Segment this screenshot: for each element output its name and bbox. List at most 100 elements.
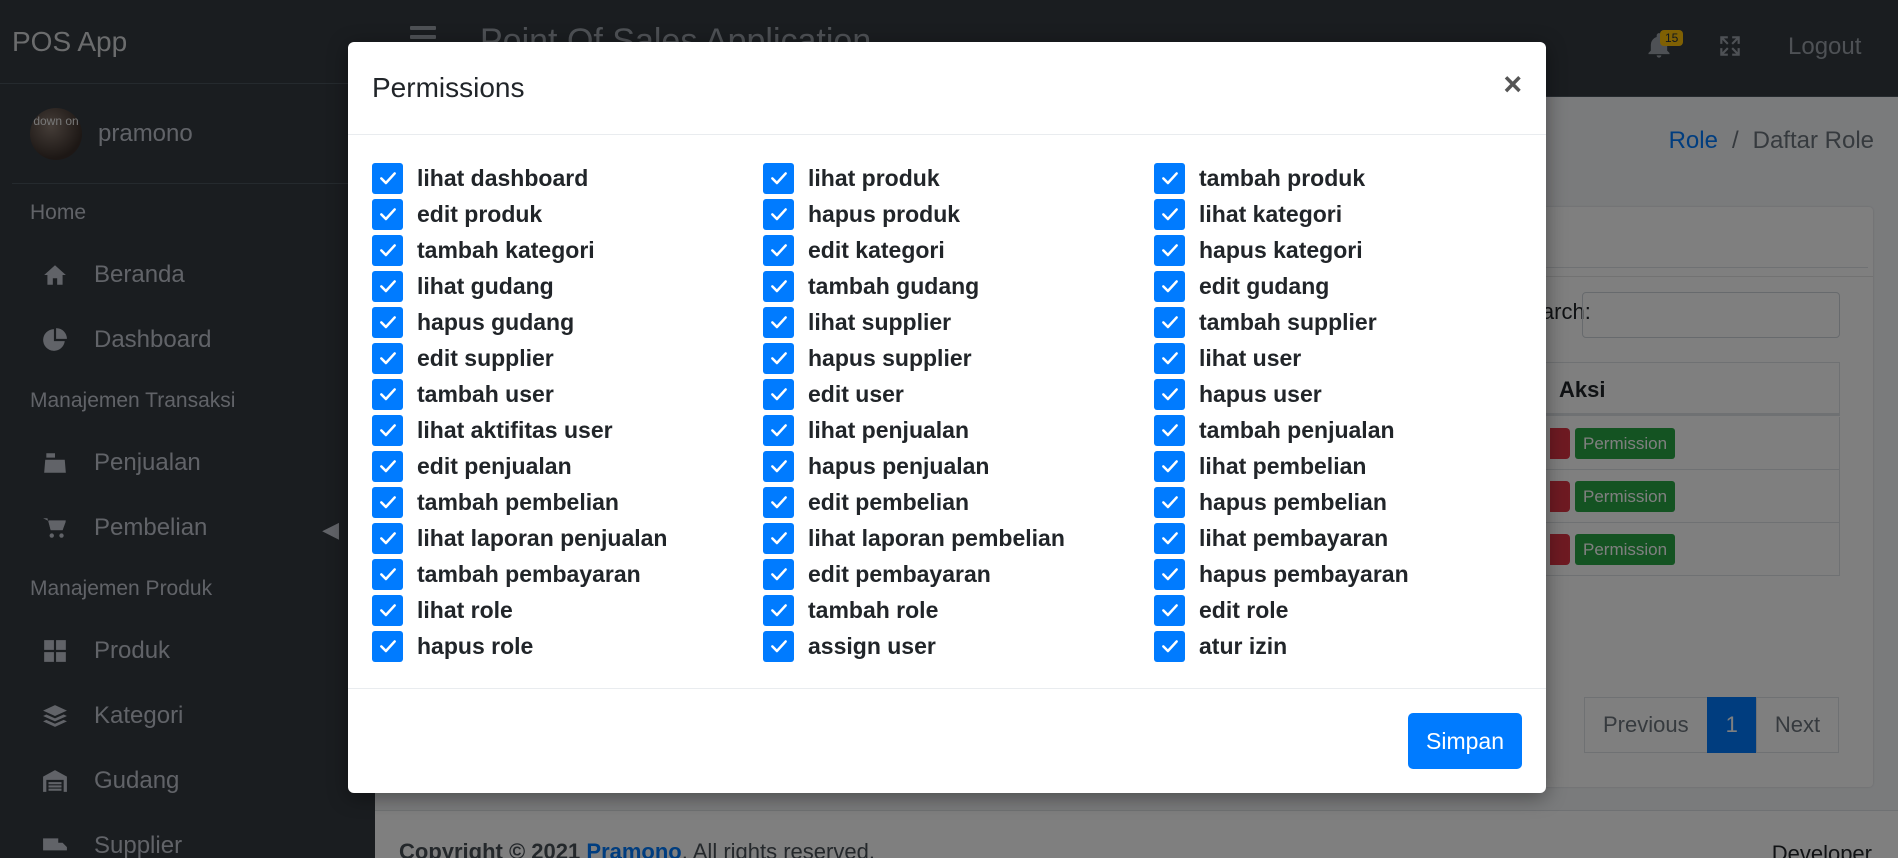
permission-checkbox[interactable]	[763, 378, 794, 410]
permission-label[interactable]: hapus pembayaran	[1199, 561, 1409, 588]
permission-item[interactable]: lihat gudang	[372, 268, 762, 304]
permission-label[interactable]: hapus produk	[808, 201, 960, 228]
permission-item[interactable]: lihat user	[1154, 340, 1544, 376]
permission-label[interactable]: hapus kategori	[1199, 237, 1363, 264]
permission-checkbox[interactable]	[372, 522, 403, 554]
permission-checkbox[interactable]	[372, 630, 403, 662]
permission-checkbox[interactable]	[372, 558, 403, 590]
permission-checkbox[interactable]	[1154, 198, 1185, 230]
permission-item[interactable]: hapus kategori	[1154, 232, 1544, 268]
permission-label[interactable]: tambah penjualan	[1199, 417, 1395, 444]
permission-item[interactable]: edit produk	[372, 196, 762, 232]
permission-item[interactable]: edit supplier	[372, 340, 762, 376]
permission-checkbox[interactable]	[1154, 594, 1185, 626]
close-icon[interactable]: ×	[1503, 66, 1522, 103]
permission-label[interactable]: lihat user	[1199, 345, 1301, 372]
permission-item[interactable]: edit gudang	[1154, 268, 1544, 304]
permission-checkbox[interactable]	[1154, 306, 1185, 338]
permission-label[interactable]: lihat kategori	[1199, 201, 1342, 228]
permission-label[interactable]: edit pembelian	[808, 489, 969, 516]
permission-label[interactable]: lihat pembayaran	[1199, 525, 1388, 552]
permission-item[interactable]: hapus gudang	[372, 304, 762, 340]
permission-item[interactable]: atur izin	[1154, 628, 1544, 664]
permission-checkbox[interactable]	[1154, 450, 1185, 482]
permission-label[interactable]: hapus gudang	[417, 309, 574, 336]
permission-item[interactable]: edit user	[763, 376, 1153, 412]
permission-item[interactable]: assign user	[763, 628, 1153, 664]
permission-item[interactable]: tambah pembelian	[372, 484, 762, 520]
permission-checkbox[interactable]	[1154, 378, 1185, 410]
permission-item[interactable]: tambah supplier	[1154, 304, 1544, 340]
permission-item[interactable]: lihat laporan pembelian	[763, 520, 1153, 556]
permission-label[interactable]: tambah role	[808, 597, 938, 624]
permission-checkbox[interactable]	[372, 450, 403, 482]
permission-checkbox[interactable]	[763, 450, 794, 482]
permission-label[interactable]: tambah pembayaran	[417, 561, 641, 588]
permission-label[interactable]: hapus penjualan	[808, 453, 989, 480]
permission-item[interactable]: tambah penjualan	[1154, 412, 1544, 448]
permission-item[interactable]: tambah kategori	[372, 232, 762, 268]
permission-item[interactable]: hapus penjualan	[763, 448, 1153, 484]
permission-item[interactable]: lihat kategori	[1154, 196, 1544, 232]
permission-checkbox[interactable]	[763, 414, 794, 446]
permission-label[interactable]: hapus supplier	[808, 345, 972, 372]
permission-label[interactable]: lihat pembelian	[1199, 453, 1366, 480]
permission-checkbox[interactable]	[372, 486, 403, 518]
permission-item[interactable]: hapus supplier	[763, 340, 1153, 376]
permission-item[interactable]: lihat penjualan	[763, 412, 1153, 448]
permission-checkbox[interactable]	[372, 306, 403, 338]
permission-item[interactable]: lihat aktifitas user	[372, 412, 762, 448]
permission-item[interactable]: tambah gudang	[763, 268, 1153, 304]
permission-item[interactable]: hapus produk	[763, 196, 1153, 232]
permission-item[interactable]: lihat produk	[763, 160, 1153, 196]
permission-checkbox[interactable]	[1154, 342, 1185, 374]
permission-label[interactable]: edit kategori	[808, 237, 945, 264]
permission-checkbox[interactable]	[372, 378, 403, 410]
permission-label[interactable]: assign user	[808, 633, 936, 660]
permission-item[interactable]: hapus role	[372, 628, 762, 664]
permission-checkbox[interactable]	[1154, 162, 1185, 194]
permission-item[interactable]: tambah produk	[1154, 160, 1544, 196]
permission-item[interactable]: edit penjualan	[372, 448, 762, 484]
permission-label[interactable]: lihat laporan penjualan	[417, 525, 667, 552]
permission-label[interactable]: atur izin	[1199, 633, 1287, 660]
permission-checkbox[interactable]	[372, 198, 403, 230]
permission-label[interactable]: tambah kategori	[417, 237, 595, 264]
permission-label[interactable]: tambah gudang	[808, 273, 979, 300]
permission-checkbox[interactable]	[372, 414, 403, 446]
permission-checkbox[interactable]	[1154, 522, 1185, 554]
permission-checkbox[interactable]	[1154, 630, 1185, 662]
permission-checkbox[interactable]	[763, 630, 794, 662]
permission-item[interactable]: edit pembelian	[763, 484, 1153, 520]
permission-item[interactable]: lihat laporan penjualan	[372, 520, 762, 556]
permission-label[interactable]: tambah pembelian	[417, 489, 619, 516]
permission-label[interactable]: lihat supplier	[808, 309, 951, 336]
permission-label[interactable]: lihat penjualan	[808, 417, 969, 444]
permission-checkbox[interactable]	[1154, 234, 1185, 266]
permission-label[interactable]: edit gudang	[1199, 273, 1329, 300]
permission-item[interactable]: edit kategori	[763, 232, 1153, 268]
permission-item[interactable]: hapus user	[1154, 376, 1544, 412]
permission-label[interactable]: lihat laporan pembelian	[808, 525, 1065, 552]
permission-item[interactable]: tambah role	[763, 592, 1153, 628]
permission-item[interactable]: lihat role	[372, 592, 762, 628]
permission-label[interactable]: edit role	[1199, 597, 1288, 624]
permission-checkbox[interactable]	[1154, 558, 1185, 590]
permission-item[interactable]: lihat dashboard	[372, 160, 762, 196]
permission-checkbox[interactable]	[1154, 486, 1185, 518]
permission-label[interactable]: tambah produk	[1199, 165, 1365, 192]
permission-checkbox[interactable]	[763, 558, 794, 590]
permission-checkbox[interactable]	[763, 162, 794, 194]
permission-checkbox[interactable]	[763, 234, 794, 266]
permission-item[interactable]: edit pembayaran	[763, 556, 1153, 592]
permission-item[interactable]: lihat pembayaran	[1154, 520, 1544, 556]
permission-label[interactable]: edit pembayaran	[808, 561, 991, 588]
permission-item[interactable]: edit role	[1154, 592, 1544, 628]
permission-item[interactable]: lihat pembelian	[1154, 448, 1544, 484]
permission-checkbox[interactable]	[372, 234, 403, 266]
permission-label[interactable]: hapus role	[417, 633, 533, 660]
permission-label[interactable]: lihat dashboard	[417, 165, 588, 192]
permission-label[interactable]: edit user	[808, 381, 904, 408]
permission-label[interactable]: hapus user	[1199, 381, 1322, 408]
permission-checkbox[interactable]	[1154, 270, 1185, 302]
